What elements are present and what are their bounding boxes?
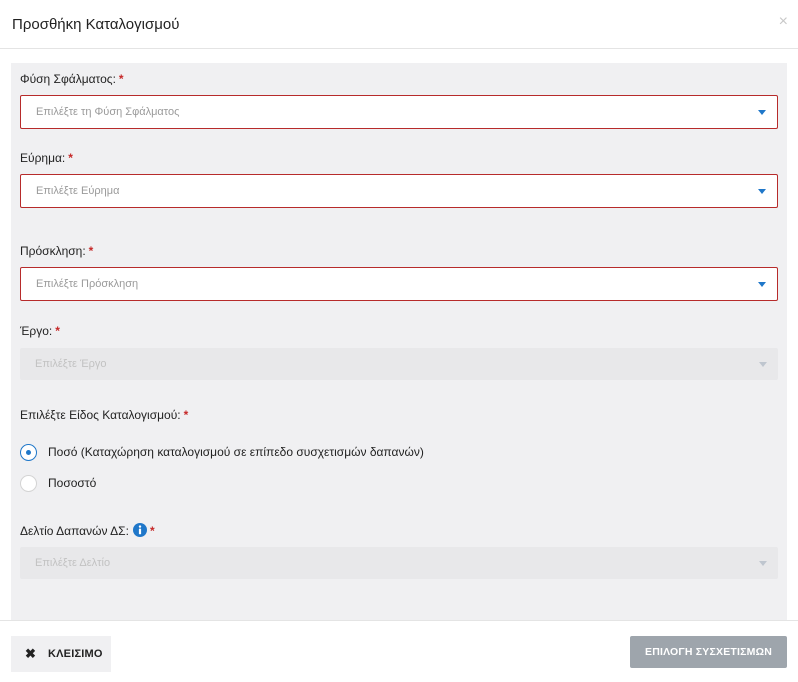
fault-type-select[interactable]: Επιλέξτε τη Φύση Σφάλματος [20,95,778,129]
expense-report-select: Επιλέξτε Δελτίο [20,547,778,579]
dialog-header: Προσθήκη Καταλογισμού × [0,0,798,49]
required-mark: * [55,324,60,338]
required-mark: * [118,72,124,86]
close-icon[interactable]: × [779,13,788,31]
project-label-text: Έργο: [20,324,53,338]
info-circle-icon[interactable] [132,523,147,540]
call-label: Πρόσκληση: * [20,244,93,258]
expense-report-label-text: Δελτίο Δαπανών ΔΣ: [20,524,129,538]
call-placeholder: Επιλέξτε Πρόσκληση [36,278,139,290]
project-placeholder: Επιλέξτε Έργο [35,358,107,370]
caret-down-icon [758,189,766,194]
charge-type-label: Επιλέξτε Είδος Καταλογισμού: * [20,408,188,422]
select-associations-label: ΕΠΙΛΟΓΗ ΣΥΣΧΕΤΙΣΜΩΝ [645,646,772,658]
required-mark: * [88,244,94,258]
finding-select[interactable]: Επιλέξτε Εύρημα [20,174,778,208]
dialog-footer: ✖ ΚΛΕΙΣΙΜΟ ΕΠΙΛΟΓΗ ΣΥΣΧΕΤΙΣΜΩΝ [0,620,798,682]
charge-type-label-text: Επιλέξτε Είδος Καταλογισμού: [20,408,181,422]
close-button[interactable]: ✖ ΚΛΕΙΣΙΜΟ [11,636,111,672]
radio-button[interactable] [20,475,37,492]
required-mark: * [183,408,189,422]
fault-type-label-text: Φύση Σφάλματος: [20,72,116,86]
dialog-title: Προσθήκη Καταλογισμού [12,16,180,33]
required-mark: * [149,524,155,538]
project-label: Έργο: * [20,324,60,338]
caret-down-icon [758,282,766,287]
caret-down-icon [759,362,767,367]
select-associations-button[interactable]: ΕΠΙΛΟΓΗ ΣΥΣΧΕΤΙΣΜΩΝ [630,636,787,668]
call-label-text: Πρόσκληση: [20,244,86,258]
charge-type-option-label: Ποσοστό [48,476,97,490]
close-x-icon: ✖ [25,646,36,661]
radio-button-checked[interactable] [20,444,37,461]
expense-report-placeholder: Επιλέξτε Δελτίο [35,557,111,569]
call-select[interactable]: Επιλέξτε Πρόσκληση [20,267,778,301]
charge-type-option-label: Ποσό (Καταχώρηση καταλογισμού σε επίπεδο… [48,445,424,459]
close-button-label: ΚΛΕΙΣΙΜΟ [48,648,103,660]
fault-type-placeholder: Επιλέξτε τη Φύση Σφάλματος [36,106,180,118]
fault-type-label: Φύση Σφάλματος: * [20,72,124,86]
caret-down-icon [759,561,767,566]
caret-down-icon [758,110,766,115]
expense-report-label: Δελτίο Δαπανών ΔΣ: * [20,523,155,540]
finding-label: Εύρημα: * [20,151,73,165]
finding-placeholder: Επιλέξτε Εύρημα [36,185,120,197]
required-mark: * [68,151,73,165]
project-select: Επιλέξτε Έργο [20,348,778,380]
finding-label-text: Εύρημα: [20,151,66,165]
form-body: Φύση Σφάλματος: * Επιλέξτε τη Φύση Σφάλμα… [11,63,787,620]
